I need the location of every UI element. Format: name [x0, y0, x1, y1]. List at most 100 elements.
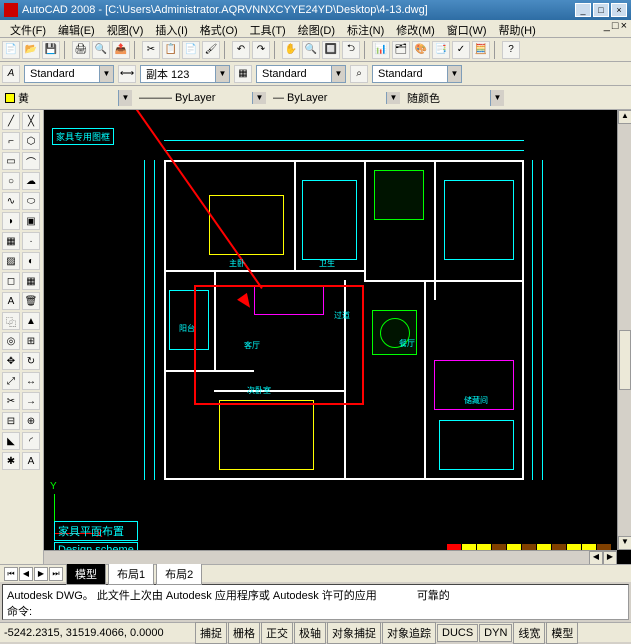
menu-insert[interactable]: 插入(I) [149, 20, 193, 37]
revcloud-tool[interactable]: ☁ [22, 172, 40, 190]
array-tool[interactable]: ⊞ [22, 332, 40, 350]
scale-tool[interactable]: ⤢ [2, 372, 20, 390]
text-style-combo[interactable]: Standard ▼ [24, 65, 114, 83]
doc-close-button[interactable]: × [621, 20, 627, 37]
tab-first[interactable]: ⏮ [4, 567, 18, 581]
snap-toggle[interactable]: 捕捉 [195, 622, 227, 644]
dyn-toggle[interactable]: DYN [479, 624, 512, 642]
ellipsearc-tool[interactable]: ◗ [2, 212, 20, 230]
doc-minimize-button[interactable]: _ [604, 20, 610, 37]
publish-button[interactable]: 📤 [112, 41, 130, 59]
menu-help[interactable]: 帮助(H) [493, 20, 542, 37]
help-button[interactable]: ? [502, 41, 520, 59]
extend-tool[interactable]: → [22, 392, 40, 410]
rotate-tool[interactable]: ↻ [22, 352, 40, 370]
zoom-rt-button[interactable]: 🔍 [302, 41, 320, 59]
undo-button[interactable]: ↶ [232, 41, 250, 59]
pline-tool[interactable]: ⌐ [2, 132, 20, 150]
dim-style-icon[interactable]: ⟷ [118, 65, 136, 83]
new-button[interactable]: 📄 [2, 41, 20, 59]
ml-style-icon[interactable]: ⌕ [350, 65, 368, 83]
v-scrollbar[interactable]: ▲ ▼ [617, 110, 631, 550]
text-style-icon[interactable]: A [2, 65, 20, 83]
h-scrollbar[interactable]: ▶ ◀ [44, 550, 617, 564]
design-center-button[interactable]: 🗂 [392, 41, 410, 59]
tab-layout1[interactable]: 布局1 [108, 563, 154, 585]
maximize-button[interactable]: □ [593, 3, 609, 17]
chamfer-tool[interactable]: ◣ [2, 432, 20, 450]
menu-format[interactable]: 格式(O) [194, 20, 244, 37]
table-style-icon[interactable]: ▦ [234, 65, 252, 83]
copy-tool[interactable]: ⿻ [2, 312, 20, 330]
tool-palette-button[interactable]: 🎨 [412, 41, 430, 59]
coordinates[interactable]: -5242.2315, 31519.4066, 0.0000 [4, 627, 194, 639]
tab-prev[interactable]: ◀ [19, 567, 33, 581]
tab-next[interactable]: ▶ [34, 567, 48, 581]
properties-button[interactable]: 📊 [372, 41, 390, 59]
copy-button[interactable]: 📋 [162, 41, 180, 59]
table-tool[interactable]: ▦ [22, 272, 40, 290]
stretch-tool[interactable]: ↔ [22, 372, 40, 390]
menu-file[interactable]: 文件(F) [4, 20, 52, 37]
preview-button[interactable]: 🔍 [92, 41, 110, 59]
tab-last[interactable]: ⏭ [49, 567, 63, 581]
spline-tool[interactable]: ∿ [2, 192, 20, 210]
dim-style-combo[interactable]: 副本 123 ▼ [140, 65, 230, 83]
menu-tools[interactable]: 工具(T) [244, 20, 292, 37]
mtext-tool[interactable]: A [2, 292, 20, 310]
fillet-tool[interactable]: ◜ [22, 432, 40, 450]
sheet-set-button[interactable]: 📑 [432, 41, 450, 59]
rectangle-tool[interactable]: ▭ [2, 152, 20, 170]
insert-block-tool[interactable]: ▣ [22, 212, 40, 230]
match-prop-button[interactable]: 🖌 [202, 41, 220, 59]
hatch-tool[interactable]: ▨ [2, 252, 20, 270]
gradient-tool[interactable]: ◐ [22, 252, 40, 270]
circle-tool[interactable]: ○ [2, 172, 20, 190]
grid-toggle[interactable]: 栅格 [228, 622, 260, 644]
polar-toggle[interactable]: 极轴 [294, 622, 326, 644]
menu-modify[interactable]: 修改(M) [390, 20, 441, 37]
model-toggle[interactable]: 模型 [546, 622, 578, 644]
explode-tool[interactable]: ✱ [2, 452, 20, 470]
point-tool[interactable]: · [22, 232, 40, 250]
erase-tool[interactable]: 🗑 [22, 292, 40, 310]
cut-button[interactable]: ✂ [142, 41, 160, 59]
calc-button[interactable]: 🧮 [472, 41, 490, 59]
paste-button[interactable]: 📄 [182, 41, 200, 59]
line-tool[interactable]: ╱ [2, 112, 20, 130]
ortho-toggle[interactable]: 正交 [261, 622, 293, 644]
ml-style-combo[interactable]: Standard ▼ [372, 65, 462, 83]
menu-view[interactable]: 视图(V) [101, 20, 150, 37]
redo-button[interactable]: ↷ [252, 41, 270, 59]
mirror-tool[interactable]: ▲ [22, 312, 40, 330]
menu-window[interactable]: 窗口(W) [441, 20, 493, 37]
arc-tool[interactable]: ⌒ [22, 152, 40, 170]
drawing-canvas[interactable]: 家具专用图框 [44, 110, 631, 564]
doc-maximize-button[interactable]: □ [612, 20, 619, 37]
tab-model[interactable]: 模型 [66, 563, 106, 585]
minimize-button[interactable]: _ [575, 3, 591, 17]
ducs-toggle[interactable]: DUCS [437, 624, 478, 642]
polygon-tool[interactable]: ⬡ [22, 132, 40, 150]
linetype-combo[interactable]: ——— ByLayer ▼ [136, 92, 266, 104]
menu-edit[interactable]: 编辑(E) [52, 20, 101, 37]
tab-layout2[interactable]: 布局2 [156, 563, 202, 585]
pan-button[interactable]: ✋ [282, 41, 300, 59]
otrack-toggle[interactable]: 对象追踪 [382, 622, 436, 644]
print-button[interactable]: 🖨 [72, 41, 90, 59]
break-tool[interactable]: ⊟ [2, 412, 20, 430]
region-tool[interactable]: ◻ [2, 272, 20, 290]
lwt-toggle[interactable]: 线宽 [513, 622, 545, 644]
open-button[interactable]: 📂 [22, 41, 40, 59]
layer-color-combo[interactable]: 黄 ▼ [2, 90, 132, 106]
lineweight-combo[interactable]: — ByLayer ▼ [270, 92, 400, 104]
ellipse-tool[interactable]: ⬭ [22, 192, 40, 210]
move-tool[interactable]: ✥ [2, 352, 20, 370]
osnap-toggle[interactable]: 对象捕捉 [327, 622, 381, 644]
zoom-window-button[interactable]: 🔲 [322, 41, 340, 59]
table-style-combo[interactable]: Standard ▼ [256, 65, 346, 83]
text-a-tool[interactable]: A [22, 452, 40, 470]
zoom-prev-button[interactable]: ⮌ [342, 41, 360, 59]
join-tool[interactable]: ⊕ [22, 412, 40, 430]
save-button[interactable]: 💾 [42, 41, 60, 59]
